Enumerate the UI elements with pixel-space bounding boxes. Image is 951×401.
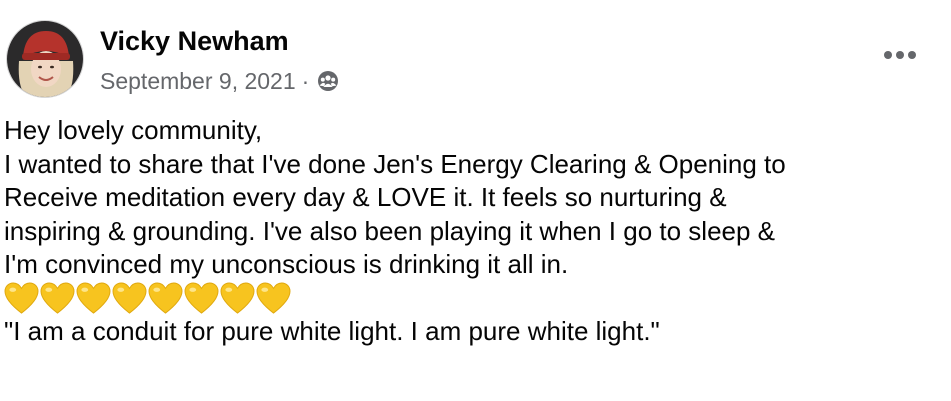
yellow-heart-icon <box>256 282 291 314</box>
heart-emoji-row <box>4 282 944 316</box>
post-text-line: I wanted to share that I've done Jen's E… <box>4 148 786 179</box>
post-text-line: I'm convinced my unconscious is drinking… <box>4 249 569 279</box>
author-name[interactable]: Vicky Newham <box>100 24 289 58</box>
yellow-heart-icon <box>184 282 219 314</box>
post-card: Vicky Newham September 9, 2021 · Hey lov… <box>0 0 951 401</box>
more-options-icon[interactable] <box>880 40 920 70</box>
post-quote: "I am a conduit for pure white light. I … <box>4 316 660 346</box>
yellow-heart-icon <box>76 282 111 314</box>
group-icon[interactable] <box>317 70 339 92</box>
yellow-heart-icon <box>112 282 147 314</box>
yellow-heart-icon <box>4 282 39 314</box>
yellow-heart-icon <box>40 282 75 314</box>
post-date[interactable]: September 9, 2021 <box>100 68 296 95</box>
post-meta: September 9, 2021 · <box>100 66 339 96</box>
author-avatar[interactable] <box>6 20 84 98</box>
post-text-line: Hey lovely community, <box>4 115 263 145</box>
post-message: Hey lovely community, I wanted to share … <box>4 114 944 349</box>
meta-separator: · <box>301 67 310 94</box>
post-text-line: inspiring & grounding. I've also been pl… <box>4 215 776 246</box>
yellow-heart-icon <box>148 282 183 314</box>
post-text-line: Receive meditation every day & LOVE it. … <box>4 182 727 212</box>
yellow-heart-icon <box>220 282 255 314</box>
avatar-photo-icon <box>7 21 83 97</box>
